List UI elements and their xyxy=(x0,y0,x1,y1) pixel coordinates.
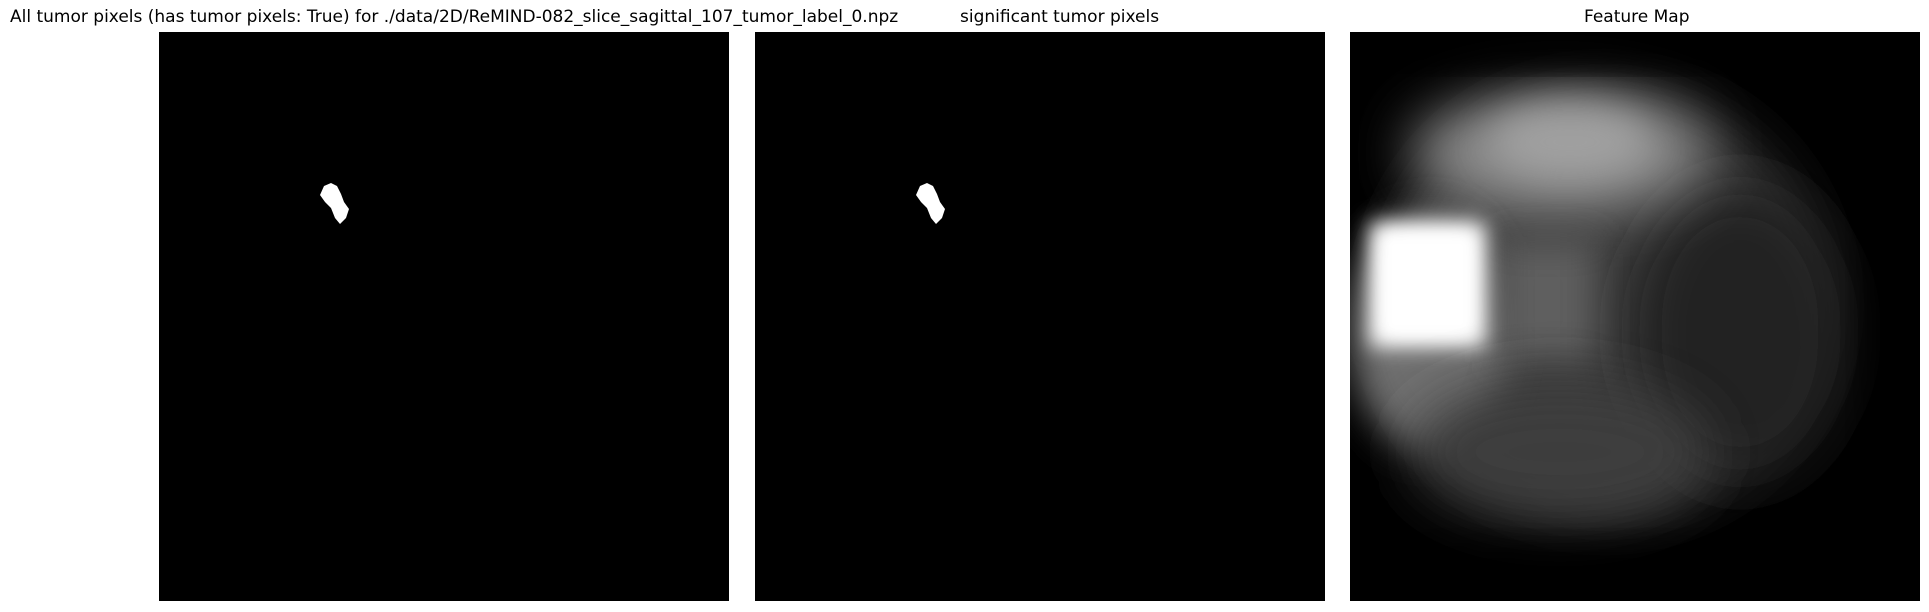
significant-mask-panel xyxy=(755,32,1325,601)
panel-title-feature-map: Feature Map xyxy=(1584,7,1690,27)
tumor-mask-panel xyxy=(159,32,729,601)
tumor-mask-image xyxy=(159,32,729,601)
panel-title-all-tumor-pixels: All tumor pixels (has tumor pixels: True… xyxy=(10,7,899,27)
feature-map-panel xyxy=(1350,32,1920,601)
significant-mask-image xyxy=(755,32,1325,601)
panel-title-significant-tumor-pixels: significant tumor pixels xyxy=(960,7,1160,27)
feature-map-image xyxy=(1350,32,1920,601)
